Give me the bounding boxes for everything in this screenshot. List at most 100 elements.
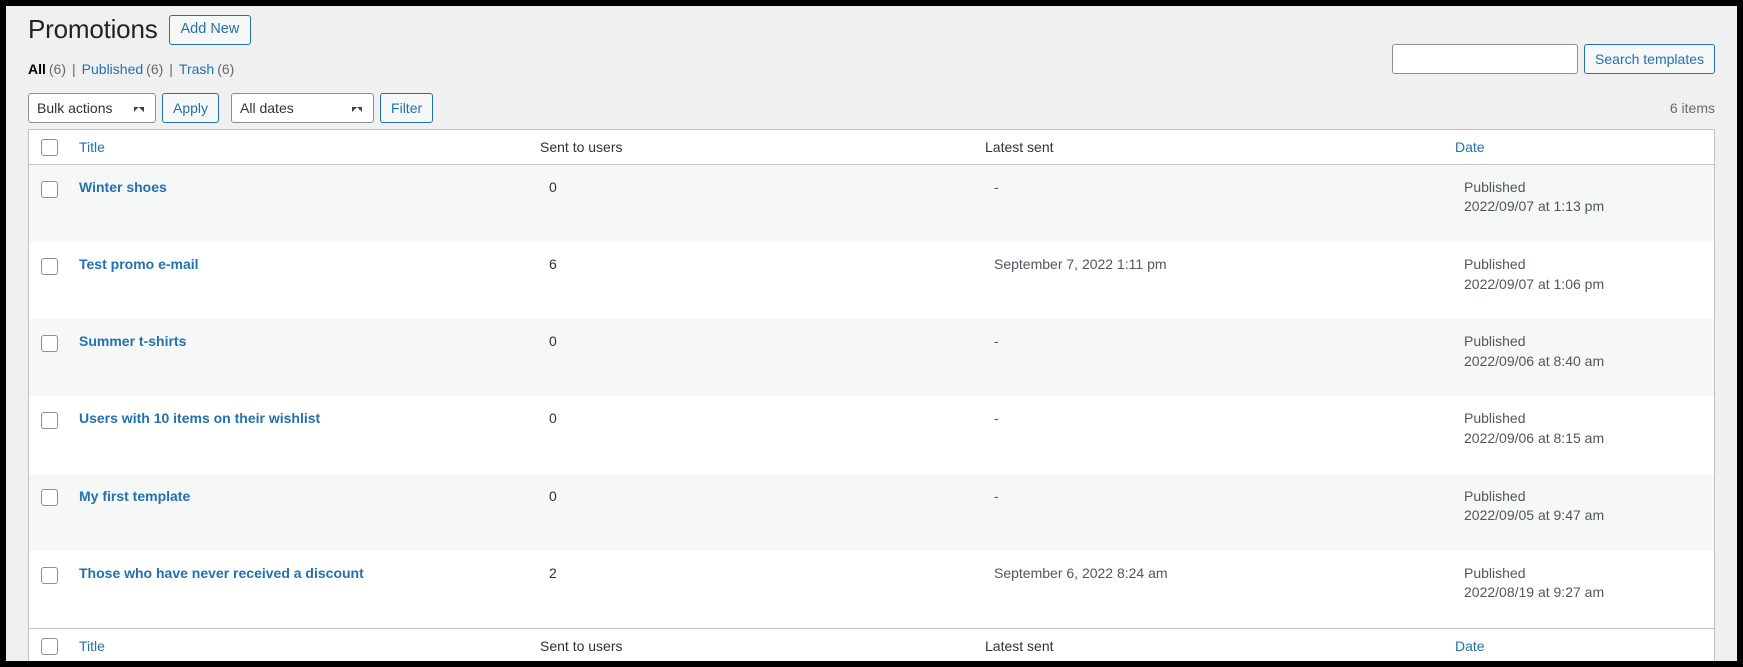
row-checkbox-cell xyxy=(29,165,69,242)
view-link-all[interactable]: All xyxy=(28,59,46,79)
row-date: 2022/09/07 at 1:13 pm xyxy=(1464,198,1605,215)
row-status: Published xyxy=(1464,255,1526,272)
row-date-cell: Published 2022/09/07 at 1:06 pm xyxy=(1454,242,1714,319)
row-title-link[interactable]: Test promo e-mail xyxy=(79,256,199,272)
table-row: Users with 10 items on their wishlist 0 - P… xyxy=(29,396,1714,473)
row-sent-to-users: 6 xyxy=(549,255,557,272)
row-sent-to-users: 2 xyxy=(549,564,557,581)
select-all-header xyxy=(29,130,69,165)
view-link-trash-item: Trash (6) xyxy=(179,59,234,79)
row-status: Published xyxy=(1464,410,1526,427)
row-date: 2022/09/06 at 8:15 am xyxy=(1464,429,1605,446)
row-title-link[interactable]: Users with 10 items on their wishlist xyxy=(79,410,320,426)
search-templates-button[interactable]: Search templates xyxy=(1584,44,1715,74)
row-date: 2022/09/07 at 1:06 pm xyxy=(1464,275,1605,292)
sort-date-link-footer[interactable]: Date xyxy=(1455,638,1485,654)
header-latest-sent: Latest sent xyxy=(984,130,1454,165)
row-status: Published xyxy=(1464,487,1526,504)
footer-date: Date xyxy=(1454,627,1714,661)
row-date-cell: Published 2022/09/05 at 9:47 am xyxy=(1454,474,1714,551)
footer-latest-sent: Latest sent xyxy=(984,627,1454,661)
table-row: Summer t-shirts 0 - Published 2022/09/06 at … xyxy=(29,319,1714,397)
row-date-cell: Published 2022/09/07 at 1:13 pm xyxy=(1454,165,1714,242)
search-input[interactable] xyxy=(1392,44,1579,74)
table-body: Winter shoes 0 - Published 2022/09/07 at 1:1… xyxy=(29,164,1714,628)
row-title-link[interactable]: Winter shoes xyxy=(79,179,167,195)
row-latest-sent: - xyxy=(994,178,999,195)
sort-title-link-footer[interactable]: Title xyxy=(79,638,105,654)
promotions-table: Title Sent to users Latest sent Date Win… xyxy=(28,129,1715,661)
row-sent-to-users: 0 xyxy=(549,333,557,350)
row-checkbox[interactable] xyxy=(41,334,58,352)
row-title-link[interactable]: Those who have never received a discount xyxy=(79,565,364,581)
table-row: Test promo e-mail 6 September 7, 2022 1:11… xyxy=(29,241,1714,319)
bulk-actions-select-top[interactable]: Bulk actions xyxy=(28,93,156,123)
date-filter-select[interactable]: All dates xyxy=(231,93,375,123)
admin-page: Promotions Add New All (6) | Published (… xyxy=(6,6,1737,661)
row-title-cell: Users with 10 items on their wishlist xyxy=(69,396,539,473)
row-title-link[interactable]: My first template xyxy=(79,488,190,504)
row-title-link[interactable]: Summer t-shirts xyxy=(79,333,186,349)
row-date-cell: Published 2022/09/06 at 8:15 am xyxy=(1454,396,1714,473)
view-link-published[interactable]: Published xyxy=(82,59,144,79)
footer-sent-to-users: Sent to users xyxy=(539,627,984,661)
search-box: Search templates xyxy=(1392,44,1715,74)
row-checkbox-cell xyxy=(29,551,69,628)
row-checkbox[interactable] xyxy=(41,412,58,430)
add-new-button[interactable]: Add New xyxy=(168,15,252,45)
date-filter-actions: All dates Filter xyxy=(231,93,434,123)
view-count-trash: (6) xyxy=(217,61,235,77)
tablenav-top: Bulk actions Apply All dates Filter 6 it… xyxy=(28,87,1715,129)
view-link-trash[interactable]: Trash xyxy=(179,59,214,79)
row-latest-sent: - xyxy=(994,487,999,504)
table-header-row: Title Sent to users Latest sent Date xyxy=(29,130,1714,165)
row-title-cell: Summer t-shirts xyxy=(69,319,539,396)
view-link-all-item: All (6) xyxy=(28,59,66,79)
row-date: 2022/08/19 at 9:27 am xyxy=(1464,584,1605,601)
view-separator-2: | xyxy=(169,61,173,77)
view-link-published-item: Published (6) xyxy=(82,59,164,79)
row-checkbox[interactable] xyxy=(41,489,58,507)
select-all-footer-header xyxy=(29,627,69,661)
row-title-cell: My first template xyxy=(69,474,539,551)
row-date: 2022/09/06 at 8:40 am xyxy=(1464,352,1605,369)
row-date: 2022/09/05 at 9:47 am xyxy=(1464,507,1605,524)
view-count-published: (6) xyxy=(146,61,164,77)
view-separator-1: | xyxy=(72,61,76,77)
page-wrap: Promotions Add New All (6) | Published (… xyxy=(6,6,1737,661)
sort-date-link[interactable]: Date xyxy=(1455,139,1485,155)
table-footer-row: Title Sent to users Latest sent Date xyxy=(29,627,1714,661)
view-count-all: (6) xyxy=(48,61,67,77)
row-checkbox[interactable] xyxy=(41,566,58,584)
row-sent-to-users: 0 xyxy=(549,487,557,504)
table-row: Winter shoes 0 - Published 2022/09/07 at 1:1… xyxy=(29,164,1714,242)
select-all-checkbox[interactable] xyxy=(41,138,58,156)
row-latest-sent: September 6, 2022 8:24 am xyxy=(994,564,1168,581)
table-row: Those who have never received a discount… xyxy=(29,550,1714,628)
row-checkbox[interactable] xyxy=(41,257,58,275)
row-checkbox[interactable] xyxy=(41,180,58,198)
row-title-cell: Winter shoes xyxy=(69,165,539,242)
header-sent-to-users: Sent to users xyxy=(539,130,984,165)
row-checkbox-cell xyxy=(29,242,69,319)
table-row: My first template 0 - Published 2022/09/05 a… xyxy=(29,473,1714,551)
table-head: Title Sent to users Latest sent Date xyxy=(29,130,1714,165)
row-checkbox-cell xyxy=(29,474,69,551)
row-sent-to-users: 0 xyxy=(549,410,557,427)
select-all-checkbox-footer[interactable] xyxy=(41,637,58,655)
row-date-cell: Published 2022/08/19 at 9:27 am xyxy=(1454,551,1714,628)
row-title-cell: Those who have never received a discount xyxy=(69,551,539,628)
row-latest-sent: - xyxy=(994,410,999,427)
row-title-cell: Test promo e-mail xyxy=(69,242,539,319)
row-checkbox-cell xyxy=(29,396,69,473)
table-foot: Title Sent to users Latest sent Date xyxy=(29,627,1714,661)
filter-button[interactable]: Filter xyxy=(380,93,434,123)
header-title: Title xyxy=(69,130,539,165)
bulk-actions-top: Bulk actions Apply xyxy=(28,93,220,123)
row-checkbox-cell xyxy=(29,319,69,396)
row-status: Published xyxy=(1464,333,1526,350)
row-latest-sent: - xyxy=(994,333,999,350)
sort-title-link[interactable]: Title xyxy=(79,139,105,155)
displaying-num-top: 6 items xyxy=(1669,100,1715,116)
apply-button-top[interactable]: Apply xyxy=(162,93,220,123)
